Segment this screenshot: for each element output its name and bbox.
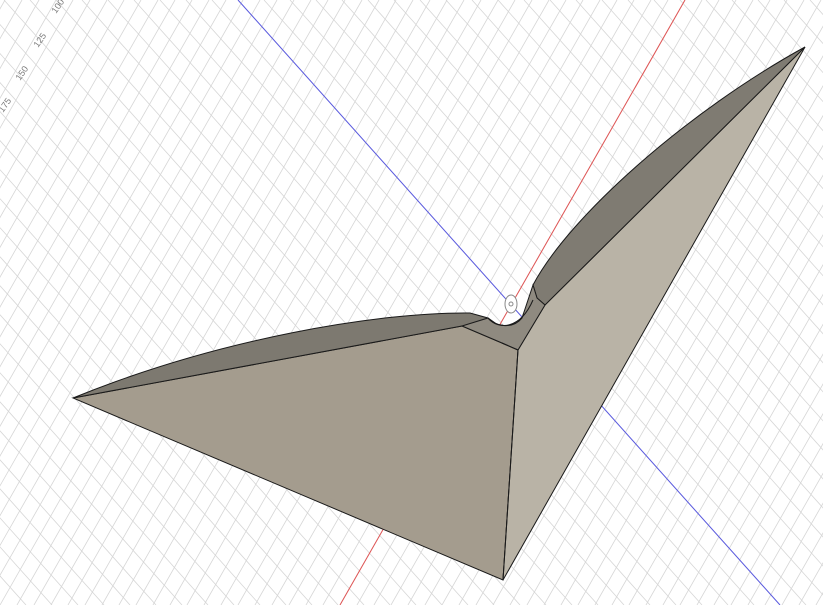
grid-line <box>0 372 209 605</box>
face-left-lower[interactable] <box>71 325 519 581</box>
ruler-label-100: 100 <box>49 0 66 15</box>
origin-point-icon[interactable] <box>504 294 518 314</box>
scene-canvas[interactable]: 100 125 150 175 <box>0 0 823 605</box>
grid-line <box>0 169 391 605</box>
grid-line <box>0 0 159 278</box>
grid-line <box>0 0 261 457</box>
grid-line <box>0 314 261 605</box>
grid-line <box>0 0 125 219</box>
face-right-lower[interactable] <box>502 46 806 581</box>
3d-viewport[interactable]: 100 125 150 175 <box>0 0 823 605</box>
ruler-labels: 100 125 150 175 <box>0 0 66 114</box>
grid-line <box>0 517 79 605</box>
grid-line <box>50 0 397 605</box>
grid-line <box>0 430 157 605</box>
grid-line <box>0 198 365 605</box>
grid-line <box>0 0 23 40</box>
grid-line <box>0 0 295 517</box>
grid-line <box>0 0 346 605</box>
grid-line <box>0 0 57 100</box>
grid-line <box>0 0 91 159</box>
grid-line <box>0 0 227 398</box>
ruler-label-175: 175 <box>0 96 13 114</box>
grid-line <box>0 256 313 605</box>
grid-line <box>0 401 183 605</box>
grid-line <box>0 227 339 605</box>
grid-line <box>0 285 287 605</box>
